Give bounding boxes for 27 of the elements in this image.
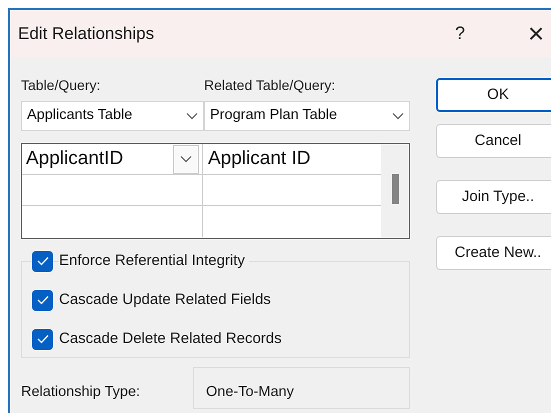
relationship-type-label: Relationship Type: (21, 383, 142, 402)
close-button[interactable]: × (521, 20, 551, 48)
dialog-button[interactable]: Create New.. (436, 236, 551, 270)
check-icon (36, 295, 48, 305)
table-dropdown[interactable]: Program Plan Table (204, 101, 410, 131)
window-title: Edit Relationships (18, 22, 154, 45)
related-field-cell[interactable]: Applicant ID (203, 144, 381, 174)
check-icon (36, 334, 48, 344)
scrollbar-thumb[interactable] (392, 174, 398, 204)
dialog-button[interactable]: Join Type.. (436, 180, 551, 214)
scrollbar[interactable] (381, 144, 409, 238)
combo-label: Related Table/Query: (204, 76, 336, 95)
chevron-down-icon (186, 112, 198, 120)
dropdown-button[interactable] (173, 144, 199, 174)
field-cell[interactable]: ApplicantID (22, 144, 203, 174)
check-icon (36, 256, 48, 266)
combo-label: Table/Query: (21, 76, 102, 95)
dialog-button[interactable]: Cancel (436, 124, 551, 158)
relationship-type-field: One-To-Many (193, 367, 410, 409)
help-button[interactable]: ? (445, 20, 475, 47)
checkbox[interactable] (32, 250, 53, 272)
chevron-down-icon (180, 155, 192, 163)
checkbox[interactable] (32, 328, 53, 350)
checkbox[interactable] (32, 290, 53, 310)
dialog-button[interactable]: OK (436, 78, 551, 112)
chevron-down-icon (392, 112, 404, 120)
table-dropdown[interactable]: Applicants Table (21, 101, 204, 131)
